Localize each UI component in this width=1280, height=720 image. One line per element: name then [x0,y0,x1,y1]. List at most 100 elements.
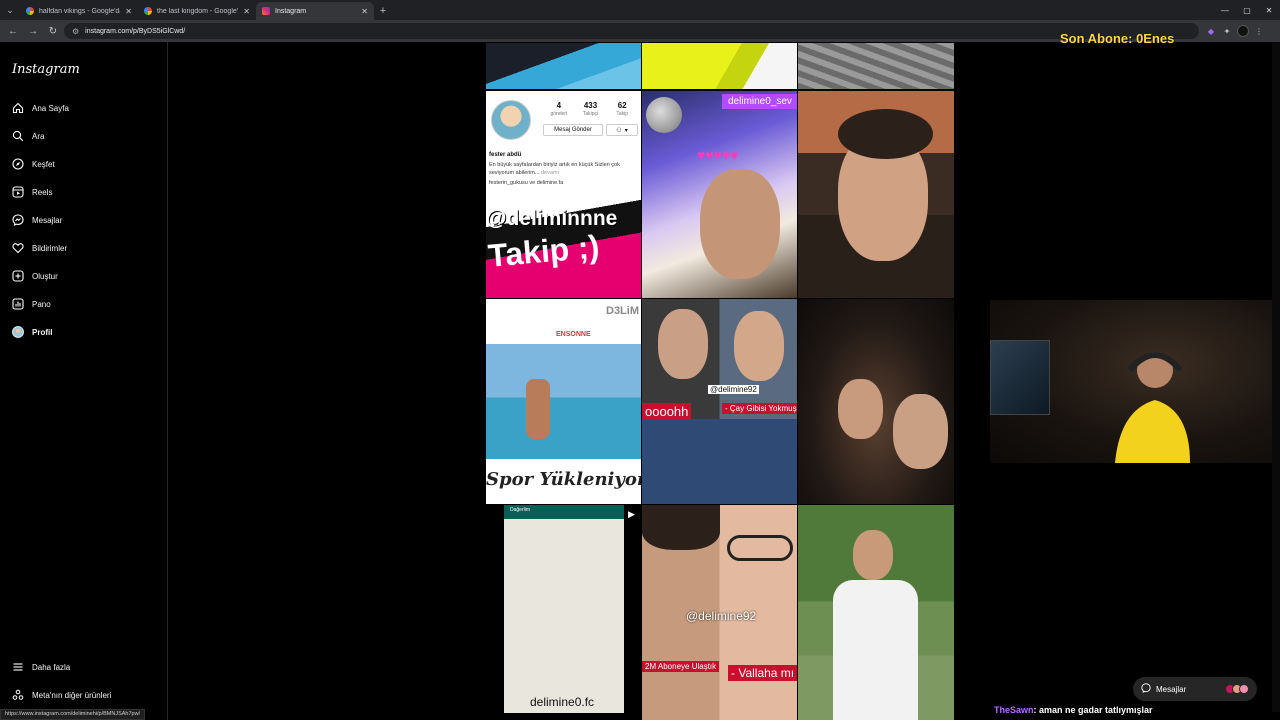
dashboard-icon [12,298,24,310]
post-thumbnail[interactable] [798,299,954,504]
profile-card-bio-more: devamı [540,170,560,176]
profile-stat-label: Takip [616,111,629,117]
post-thumbnail[interactable]: Dağerlim ▶ delimine0.fc [486,505,641,720]
profile-card-bio: En büyük sayfalardan biriyiz artık en kü… [489,161,629,177]
browser-tab[interactable]: the last kingdom - Google'da A ✕ [138,2,256,20]
profile-avatar-icon[interactable] [1237,25,1249,37]
profile-card-stats: 4 gönderi 433 Takipçi 62 Takip [543,101,638,117]
post-overlay-label: oooohh [642,403,692,420]
maximize-icon[interactable]: ▢ [1236,0,1258,20]
post-thumbnail[interactable] [486,43,641,89]
sidebar-nav: Ana Sayfa Ara Keşfet Reels Mesajlar Bild… [0,94,168,346]
sidebar-item-reels[interactable]: Reels [0,178,168,206]
new-tab-button[interactable]: + [374,2,392,20]
google-icon [144,7,152,15]
post-overlay-label: - Vallaha mı [728,665,797,681]
person-shape [526,379,550,439]
profile-stat: 4 gönderi [543,101,575,117]
face-shape [700,169,780,279]
close-window-icon[interactable]: ✕ [1258,0,1280,20]
address-bar[interactable]: ⚙ instagram.com/p/ByDS5iGlCwd/ [64,23,1199,39]
profile-stat: 433 Takipçi [575,101,607,117]
post-thumbnail[interactable] [798,43,954,89]
tab-title: Instagram [275,7,307,15]
extension-icon[interactable]: ◆ [1205,25,1217,37]
minimize-icon[interactable]: — [1214,0,1236,20]
post-overlay-label: delimine0.fc [530,695,595,709]
sidebar-item-label: Profil [32,327,53,337]
sidebar-item-label: Daha fazla [32,662,71,672]
post-thumbnail[interactable]: @delimine92 oooohh - Çay Gibisi Yokmuş [642,299,797,504]
browser-tab[interactable]: halfdan vikings - Google'da Ara ✕ [20,2,138,20]
sidebar-item-label: Oluştur [32,271,58,281]
face-shape [893,394,948,469]
meta-products-icon [12,689,24,701]
instagram-sidebar: Instagram Ana Sayfa Ara Keşfet Reels Mes… [0,42,168,720]
messages-pill-label: Mesajlar [1156,684,1187,694]
profile-stat-value: 4 [556,101,562,110]
reload-icon[interactable]: ↻ [44,22,62,40]
sidebar-item-messages[interactable]: Mesajlar [0,206,168,234]
instagram-logo[interactable]: Instagram [12,62,80,77]
page-scrollbar[interactable] [1272,42,1280,712]
post-thumbnail[interactable]: D3LiM ENSONNE Spor Yükleniyor... [486,299,641,504]
tab-title: halfdan vikings - Google'da Ara [39,7,121,15]
plus-square-icon [12,270,24,282]
puzzle-icon[interactable]: ✦ [1221,25,1233,37]
post-thumbnail[interactable] [642,43,797,89]
url-text: instagram.com/p/ByDS5iGlCwd/ [85,27,186,35]
post-overlay-label: @delimine92 [708,385,759,394]
sidebar-item-label: Ana Sayfa [32,103,69,113]
reels-icon [12,186,24,198]
tab-search-chevron-icon[interactable]: ⌄ [0,0,20,20]
profile-card-tags: festerin_gukusu ve delimine.fa [489,180,564,186]
banner-handle-text: @deliminnne [486,207,618,230]
kebab-menu-icon[interactable]: ⋮ [1253,25,1265,37]
post-thumbnail[interactable] [798,505,954,720]
messages-pill[interactable]: Mesajlar [1133,677,1257,701]
browser-tab-active[interactable]: Instagram ✕ [256,2,374,20]
compass-icon [12,158,24,170]
forward-icon[interactable]: → [24,22,42,40]
post-thumbnail[interactable] [798,91,954,298]
whatsapp-header: Dağerlim [504,505,624,519]
sidebar-bottom: Daha fazla Meta'nın diğer ürünleri [0,653,168,709]
close-tab-icon[interactable]: ✕ [125,7,132,16]
sidebar-item-meta[interactable]: Meta'nın diğer ürünleri [0,681,168,709]
face-shape [658,309,708,379]
add-person-icon: ⚇ [616,127,622,134]
phone-screenshot: Dağerlim [504,505,624,713]
post-thumbnail[interactable]: @delimine92 2M Aboneye Ulaştık - Vallaha… [642,505,797,720]
sidebar-item-explore[interactable]: Keşfet [0,150,168,178]
sidebar-item-label: Mesajlar [32,215,63,225]
hearts-crown: ♥♥♥♥♥ [697,147,739,163]
profile-stat-label: gönderi [550,111,568,117]
messages-avatars [1225,684,1249,694]
post-overlay-label: delimine0_sev [722,94,797,109]
back-icon[interactable]: ← [4,22,22,40]
streamer-webcam [990,300,1280,463]
sidebar-item-more[interactable]: Daha fazla [0,653,168,681]
sidebar-item-search[interactable]: Ara [0,122,168,150]
post-thumbnail-profile-card[interactable]: 4 gönderi 433 Takipçi 62 Takip Mesaj Gön… [486,91,641,298]
chat-username: TheSawn [994,705,1034,715]
sidebar-item-notifications[interactable]: Bildirimler [0,234,168,262]
sidebar-item-home[interactable]: Ana Sayfa [0,94,168,122]
close-tab-icon[interactable]: ✕ [361,7,368,16]
post-thumbnail[interactable]: ♥♥♥♥♥ delimine0_sev [642,91,797,298]
chat-text: : aman ne gadar tatlıymışlar [1033,705,1153,715]
sidebar-item-profile[interactable]: Profil [0,318,168,346]
sidebar-item-dashboard[interactable]: Pano [0,290,168,318]
messenger-icon [1141,683,1151,695]
search-icon [12,130,24,142]
jacket-shape [642,419,797,504]
sidebar-item-create[interactable]: Oluştur [0,262,168,290]
sidebar-item-label: Bildirimler [32,243,68,253]
person-shape [853,530,893,580]
google-icon [26,7,34,15]
sidebar-item-label: Meta'nın diğer ürünleri [32,690,112,700]
post-overlay-label: Spor Yükleniyor... [486,469,641,490]
site-info-icon[interactable]: ⚙ [72,27,79,36]
close-tab-icon[interactable]: ✕ [243,7,250,16]
menu-icon [12,661,24,673]
